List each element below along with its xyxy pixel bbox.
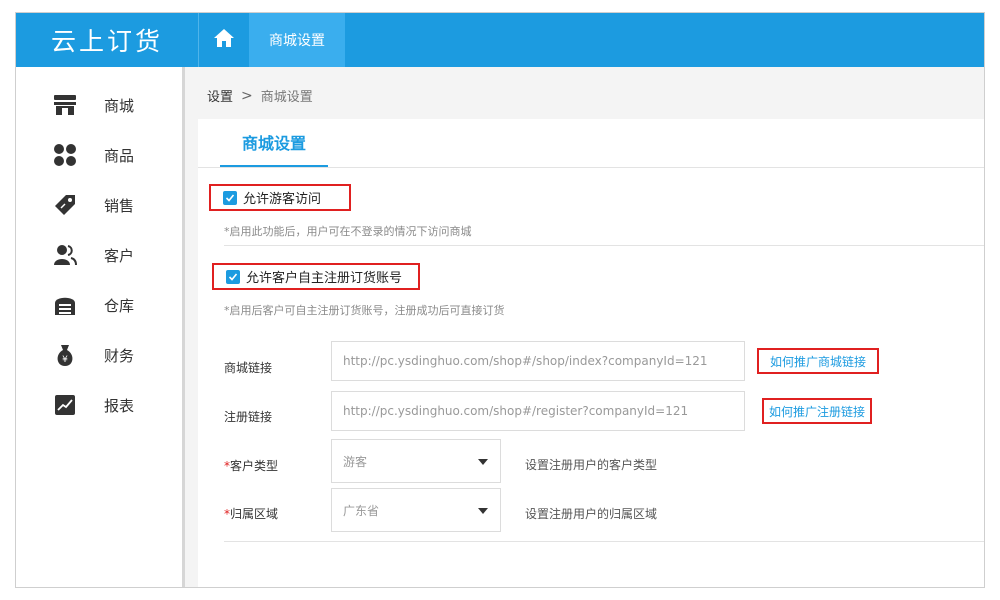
tab-shop-settings[interactable]: 商城设置 xyxy=(249,13,345,67)
guest-access-option[interactable]: 允许游客访问 xyxy=(209,184,351,211)
customer-type-select[interactable]: 游客 xyxy=(331,439,501,483)
shop-link-field[interactable]: http://pc.ysdinghuo.com/shop#/shop/index… xyxy=(331,341,745,381)
register-link-help-text[interactable]: 如何推广注册链接 xyxy=(769,403,865,420)
sidebar-item-label: 客户 xyxy=(104,246,135,265)
customer-type-label: *客户类型 xyxy=(224,457,278,474)
sidebar-item-label: 销售 xyxy=(104,196,135,215)
breadcrumb-root[interactable]: 设置 xyxy=(207,86,233,105)
chevron-down-icon xyxy=(478,508,488,514)
breadcrumb-separator: > xyxy=(241,87,253,104)
sidebar-item-customers[interactable]: 客户 xyxy=(16,238,182,272)
sidebar-item-reports[interactable]: 报表 xyxy=(16,388,182,422)
section-divider xyxy=(224,245,984,246)
warehouse-icon xyxy=(52,292,78,318)
tab-divider xyxy=(198,167,984,168)
self-register-hint: *启用后客户可自主注册订货账号，注册成功后可直接订货 xyxy=(224,304,505,317)
region-label: *归属区域 xyxy=(224,505,278,522)
settings-panel: 商城设置 允许游客访问 *启用此功能后，用户可在不登录的情况下访问商城 允许客户… xyxy=(198,119,984,587)
sidebar-item-label: 仓库 xyxy=(104,296,135,315)
svg-text:¥: ¥ xyxy=(62,355,68,365)
sidebar-item-finance[interactable]: ¥ 财务 xyxy=(16,338,182,372)
grid-icon xyxy=(52,142,78,168)
register-link-help[interactable]: 如何推广注册链接 xyxy=(762,398,872,424)
region-hint: 设置注册用户的归属区域 xyxy=(525,507,658,521)
region-label-text: 归属区域 xyxy=(230,507,279,521)
chart-icon xyxy=(52,392,78,418)
tab-shop-settings-panel[interactable]: 商城设置 xyxy=(220,119,328,167)
region-value: 广东省 xyxy=(343,503,380,518)
customer-type-hint: 设置注册用户的客户类型 xyxy=(525,458,658,472)
guest-access-hint: *启用此功能后，用户可在不登录的情况下访问商城 xyxy=(224,225,472,238)
customer-type-label-text: 客户类型 xyxy=(230,459,279,473)
sidebar-item-label: 商品 xyxy=(104,146,135,165)
register-link-label: 注册链接 xyxy=(224,410,273,424)
register-link-field[interactable]: http://pc.ysdinghuo.com/shop#/register?c… xyxy=(331,391,745,431)
users-icon xyxy=(52,242,78,268)
form-bottom-divider xyxy=(224,541,984,542)
home-icon xyxy=(213,28,235,52)
store-icon xyxy=(52,92,78,118)
tag-icon xyxy=(52,192,78,218)
app-logo: 云上订货 xyxy=(50,27,163,56)
app-window: 云上订货 商城设置 商城 商品 销售 客户 仓库 ¥ 财务 报表 设置 > 商城… xyxy=(15,12,985,588)
sidebar: 商城 商品 销售 客户 仓库 ¥ 财务 报表 xyxy=(16,67,182,587)
shop-link-help-text[interactable]: 如何推广商城链接 xyxy=(770,353,866,370)
breadcrumb: 设置 > 商城设置 xyxy=(207,86,313,106)
main-content: 设置 > 商城设置 商城设置 允许游客访问 *启用此功能后，用户可在不登录的情况… xyxy=(185,67,984,587)
sidebar-item-shop[interactable]: 商城 xyxy=(16,88,182,122)
shop-link-label: 商城链接 xyxy=(224,361,273,375)
sidebar-item-label: 财务 xyxy=(104,346,135,365)
self-register-label: 允许客户自主注册订货账号 xyxy=(246,271,403,286)
self-register-checkbox[interactable] xyxy=(226,269,240,284)
sidebar-item-products[interactable]: 商品 xyxy=(16,138,182,172)
self-register-option[interactable]: 允许客户自主注册订货账号 xyxy=(212,263,420,290)
customer-type-value: 游客 xyxy=(343,454,368,469)
money-bag-icon: ¥ xyxy=(52,342,78,368)
top-bar: 云上订货 商城设置 xyxy=(16,13,984,67)
chevron-down-icon xyxy=(478,459,488,465)
shop-link-help[interactable]: 如何推广商城链接 xyxy=(757,348,879,374)
sidebar-item-label: 商城 xyxy=(104,96,135,115)
guest-access-checkbox[interactable] xyxy=(223,190,237,205)
sidebar-item-sales[interactable]: 销售 xyxy=(16,188,182,222)
sidebar-item-label: 报表 xyxy=(104,396,135,415)
sidebar-item-warehouse[interactable]: 仓库 xyxy=(16,288,182,322)
region-select[interactable]: 广东省 xyxy=(331,488,501,532)
breadcrumb-current: 商城设置 xyxy=(260,90,313,105)
guest-access-label: 允许游客访问 xyxy=(243,192,322,207)
home-button[interactable] xyxy=(199,13,249,67)
